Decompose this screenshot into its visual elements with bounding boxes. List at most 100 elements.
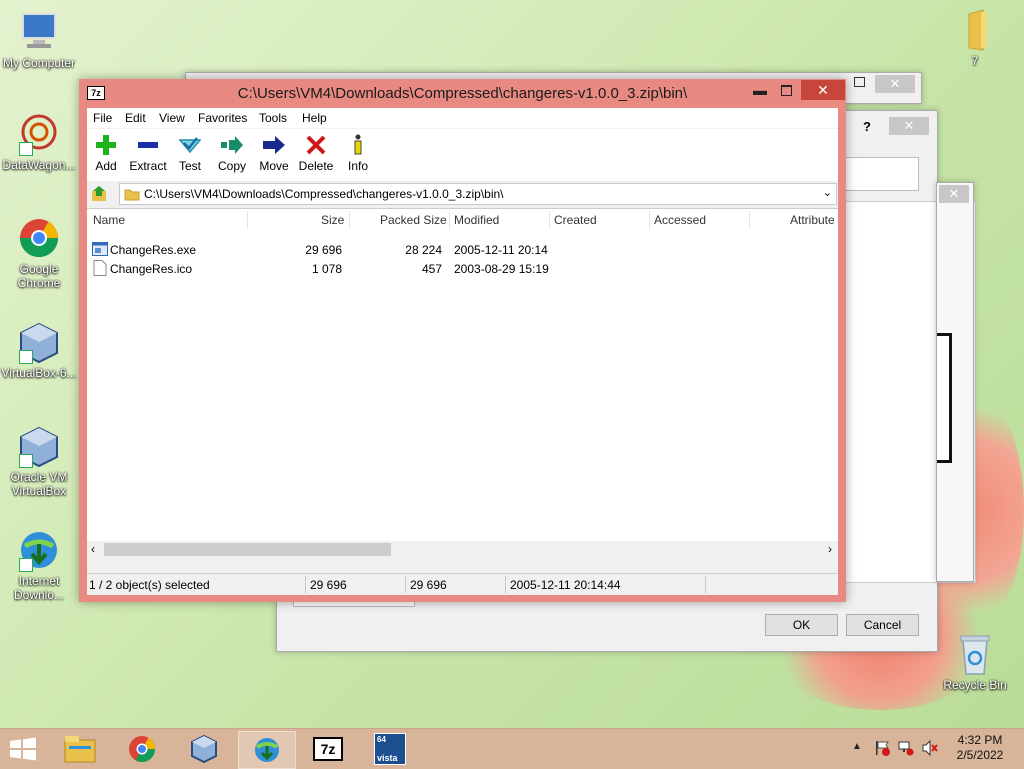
close-icon[interactable]: ✕ — [875, 75, 915, 93]
column-header-name[interactable]: Name — [93, 209, 125, 231]
chevron-down-icon[interactable]: ⌄ — [823, 186, 832, 199]
desktop-icon-folder-7[interactable]: 7 — [936, 8, 1014, 68]
black-frame — [937, 333, 952, 463]
up-folder-icon[interactable] — [91, 185, 109, 203]
column-header-size[interactable]: Size — [321, 209, 344, 231]
column-header-created[interactable]: Created — [554, 209, 597, 231]
clock[interactable]: 4:32 PM 2/5/2022 — [950, 733, 1010, 763]
table-row[interactable]: ChangeRes.exe 29 696 28 224 2005-12-11 2… — [87, 240, 838, 259]
window-client-area: File Edit View Favorites Tools Help Add … — [87, 108, 838, 595]
desktop-icon-label: Google Chrome — [17, 262, 61, 290]
desktop-icon-label: DataWagon... — [2, 158, 76, 172]
chrome-icon — [17, 216, 61, 260]
table-row[interactable]: ChangeRes.ico 1 078 457 2003-08-29 15:19 — [87, 259, 838, 278]
maximize-icon[interactable] — [854, 77, 865, 87]
close-icon[interactable]: ✕ — [889, 117, 929, 135]
add-button[interactable]: Add — [82, 133, 130, 173]
menu-edit[interactable]: Edit — [125, 111, 146, 125]
show-hidden-icons[interactable]: ▲ — [852, 741, 862, 752]
taskbar-virtualbox[interactable] — [176, 731, 232, 767]
clock-time: 4:32 PM — [957, 733, 1003, 747]
folder-icon — [953, 8, 997, 52]
title-bar[interactable]: 7z C:\Users\VM4\Downloads\Compressed\cha… — [79, 79, 846, 107]
desktop-icon-google-chrome[interactable]: Google Chrome — [0, 216, 78, 290]
menu-bar: File Edit View Favorites Tools Help — [87, 108, 838, 128]
minimize-icon[interactable]: ▬ — [747, 80, 773, 100]
plus-icon — [96, 135, 116, 155]
taskbar-vista[interactable]: 64 vista — [362, 731, 418, 767]
info-button[interactable]: Info — [334, 133, 382, 173]
copy-button[interactable]: Copy — [208, 133, 256, 173]
menu-tools[interactable]: Tools — [259, 111, 287, 125]
file-size: 1 078 — [311, 262, 342, 276]
desktop-icon-label: VirtualBox-6... — [1, 366, 77, 380]
dialog-text-field[interactable] — [845, 157, 919, 191]
desktop-icon-internet-download-manager[interactable]: Internet Downlo... — [0, 528, 78, 602]
desktop-icon-recycle-bin[interactable]: Recycle Bin — [936, 632, 1014, 692]
column-header-attributes[interactable]: Attribute — [790, 209, 835, 231]
ok-button[interactable]: OK — [765, 614, 838, 636]
test-button[interactable]: Test — [166, 133, 214, 173]
taskbar-7zip[interactable]: 7z — [300, 731, 356, 767]
status-modified: 2005-12-11 20:14:44 — [510, 578, 621, 592]
blank-file-icon — [93, 260, 107, 276]
maximize-icon[interactable] — [773, 80, 799, 100]
close-button[interactable]: ✕ — [801, 80, 845, 100]
desktop-icon-datawagon[interactable]: DataWagon... — [0, 112, 78, 172]
copy-arrow-icon — [221, 136, 243, 154]
file-packed-size: 28 224 — [405, 243, 442, 257]
idm-globe-icon — [17, 528, 61, 572]
volume-muted-icon[interactable] — [922, 739, 938, 757]
move-arrow-icon — [263, 136, 285, 154]
file-explorer-icon — [64, 736, 96, 763]
menu-file[interactable]: File — [93, 111, 112, 125]
menu-view[interactable]: View — [159, 111, 185, 125]
help-button[interactable]: ? — [863, 119, 871, 134]
address-field[interactable]: C:\Users\VM4\Downloads\Compressed\change… — [119, 183, 837, 205]
clock-date: 2/5/2022 — [956, 748, 1004, 762]
column-header-accessed[interactable]: Accessed — [654, 209, 706, 231]
close-icon[interactable]: ✕ — [939, 185, 969, 203]
scrollbar-thumb[interactable] — [104, 543, 391, 556]
status-packed: 29 696 — [410, 578, 447, 592]
file-modified: 2003-08-29 15:19 — [454, 262, 549, 276]
exe-file-icon — [92, 242, 108, 256]
7zip-icon: 7z — [313, 737, 343, 761]
desktop-icon-my-computer[interactable]: My Computer — [0, 10, 78, 70]
taskbar-internet-download-manager[interactable] — [238, 731, 296, 769]
horizontal-scrollbar[interactable]: ‹ › — [87, 541, 838, 558]
desktop-icon-oracle-vm-virtualbox[interactable]: Oracle VM VirtualBox — [0, 424, 78, 498]
file-list: Name Size Packed Size Modified Created A… — [87, 208, 838, 558]
menu-help[interactable]: Help — [302, 111, 327, 125]
network-icon[interactable] — [898, 740, 914, 756]
taskbar-google-chrome[interactable] — [114, 731, 170, 767]
status-bar: 1 / 2 object(s) selected 29 696 29 696 2… — [87, 573, 838, 595]
delete-button[interactable]: Delete — [292, 133, 340, 173]
shortcut-arrow-icon — [19, 142, 33, 156]
windows-logo-icon — [10, 737, 36, 761]
address-bar: C:\Users\VM4\Downloads\Compressed\change… — [87, 181, 838, 207]
virtualbox-icon — [17, 424, 61, 468]
vista-icon: 64 vista — [374, 733, 406, 765]
cancel-button[interactable]: Cancel — [846, 614, 919, 636]
chevron-right-icon[interactable]: › — [828, 542, 832, 556]
file-name: ChangeRes.ico — [110, 262, 193, 276]
extract-button[interactable]: Extract — [124, 133, 172, 173]
delete-x-icon — [306, 135, 326, 155]
chevron-left-icon[interactable]: ‹ — [91, 542, 95, 556]
column-header-modified[interactable]: Modified — [454, 209, 499, 231]
recycle-bin-icon — [953, 632, 997, 676]
status-selection: 1 / 2 object(s) selected — [89, 578, 210, 592]
move-label: Move — [259, 159, 289, 173]
background-dialog-side: ✕ — [936, 182, 974, 582]
menu-favorites[interactable]: Favorites — [198, 111, 247, 125]
address-text: C:\Users\VM4\Downloads\Compressed\change… — [144, 187, 504, 201]
start-button[interactable] — [8, 737, 38, 761]
action-center-flag-icon[interactable] — [874, 740, 890, 756]
move-button[interactable]: Move — [250, 133, 298, 173]
taskbar-file-explorer[interactable] — [52, 731, 108, 767]
taskbar: 7z 64 vista ▲ 4:32 PM 2/5/2022 — [0, 728, 1024, 769]
column-header-packed-size[interactable]: Packed Size — [380, 209, 447, 231]
test-label: Test — [178, 159, 201, 173]
desktop-icon-virtualbox-installer[interactable]: VirtualBox-6... — [0, 320, 78, 380]
